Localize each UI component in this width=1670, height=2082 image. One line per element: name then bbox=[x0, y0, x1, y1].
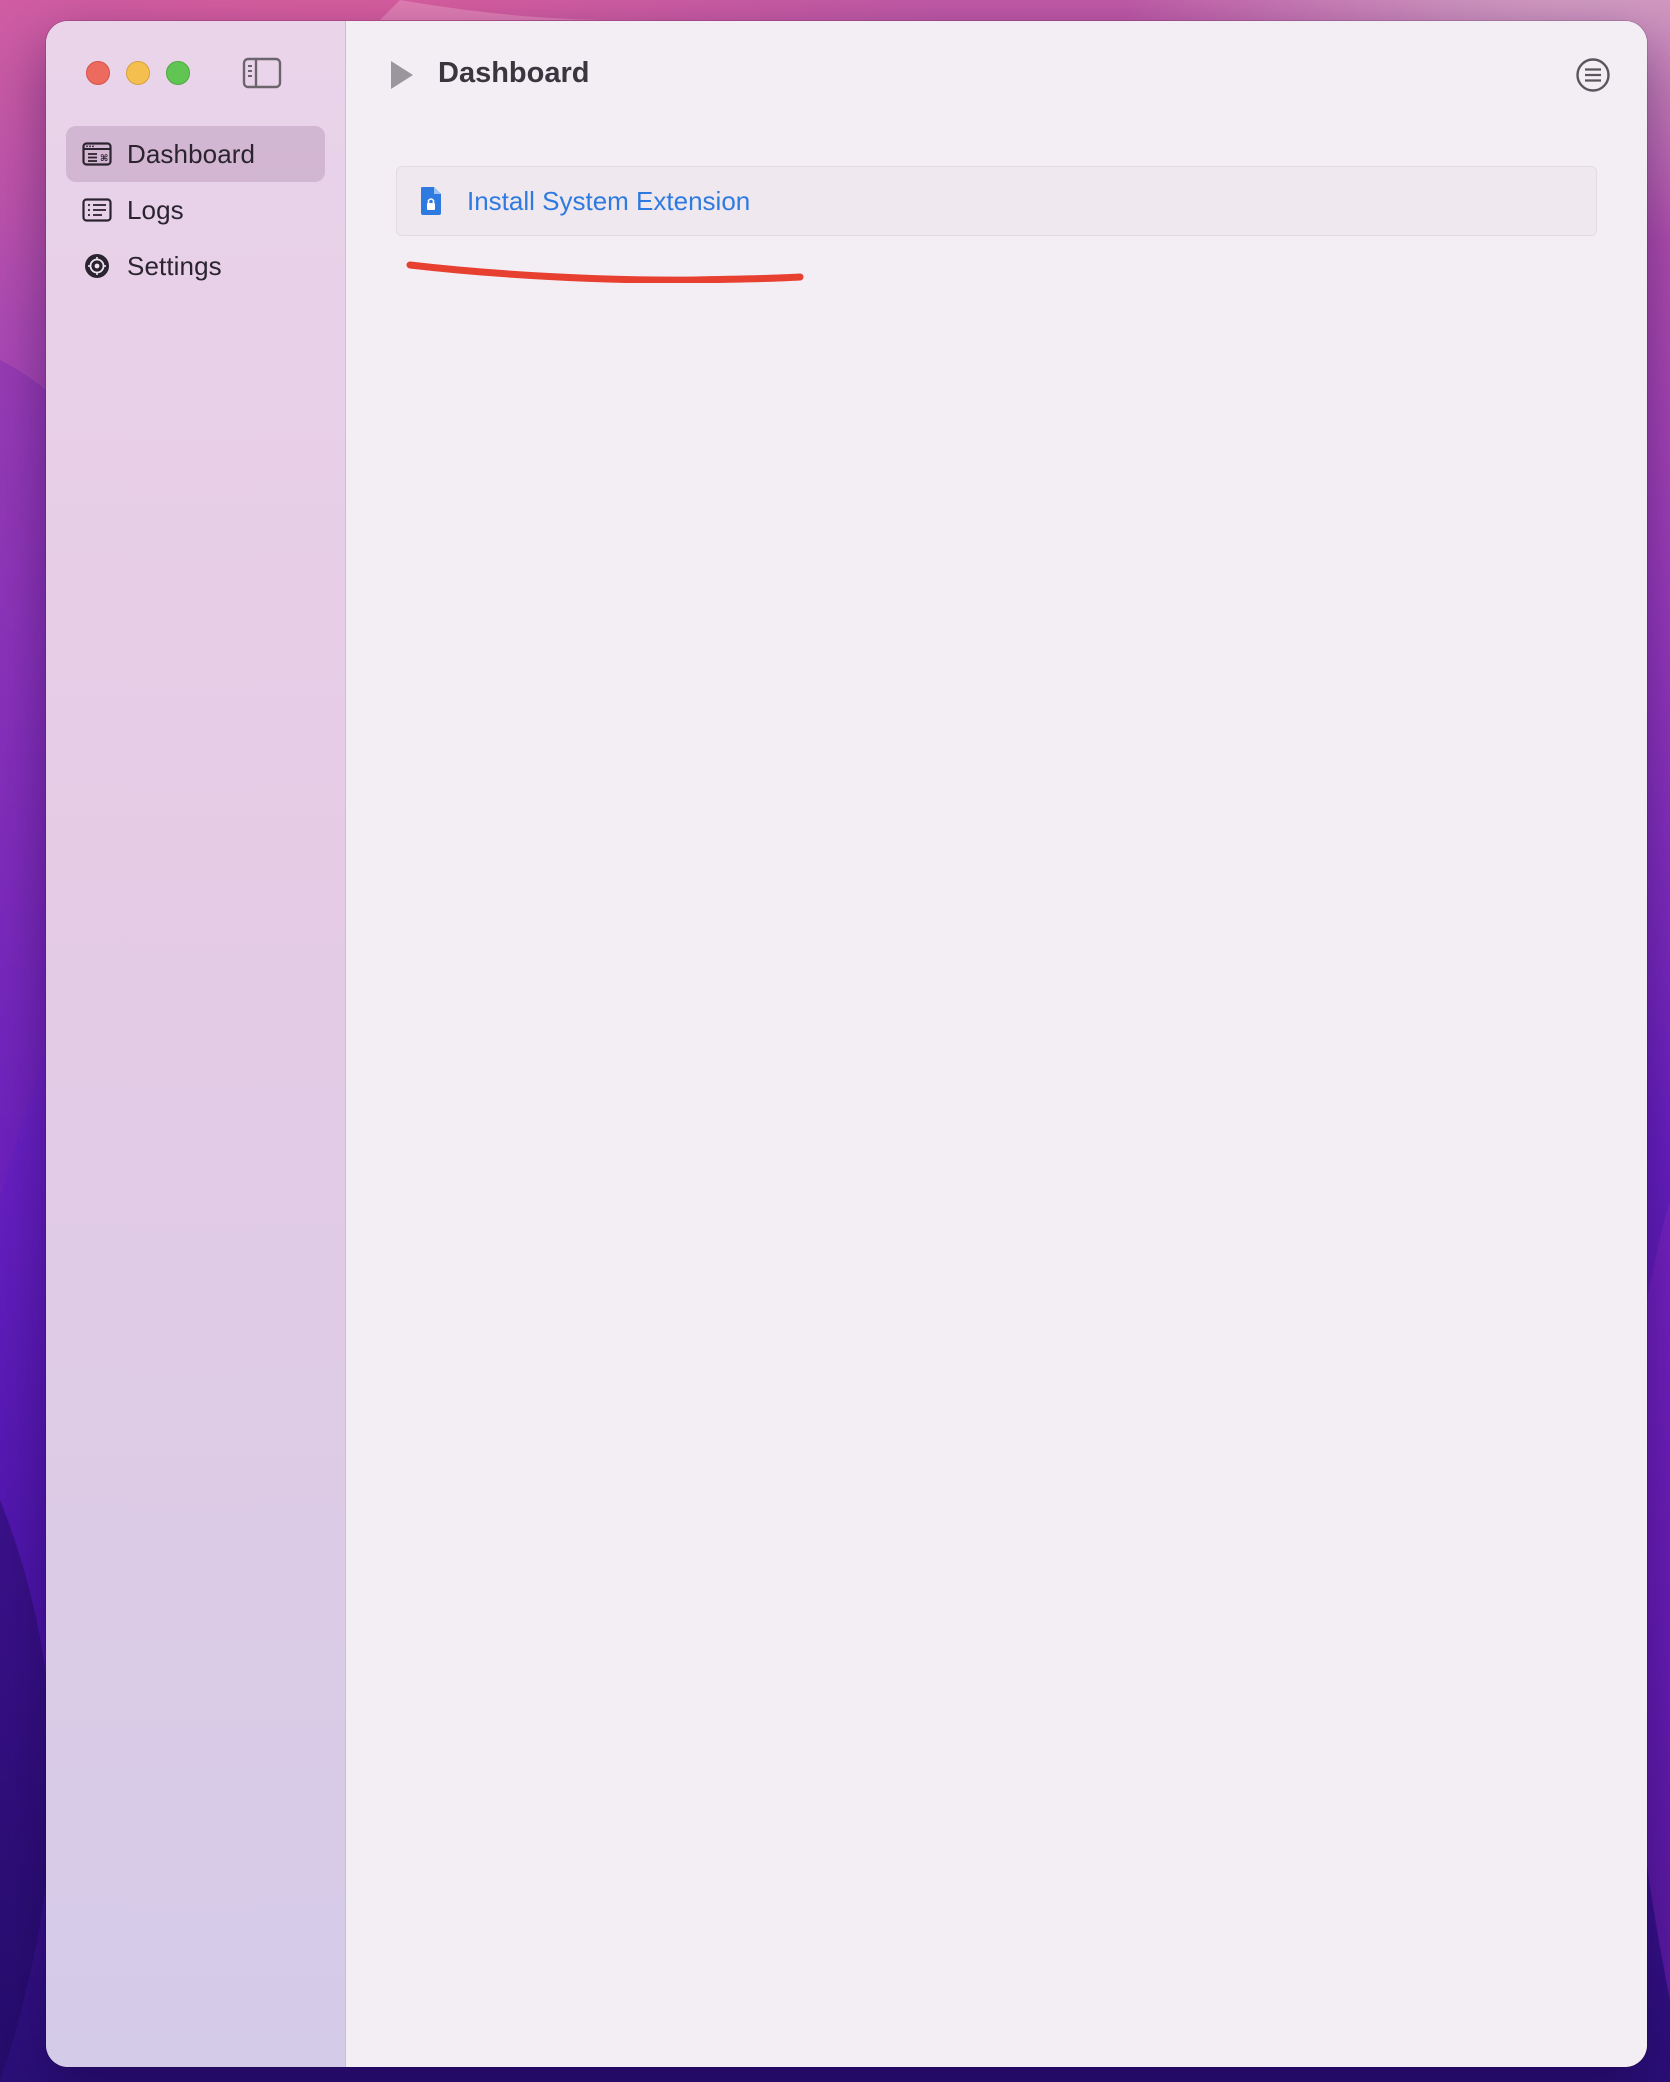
sidebar-item-label: Settings bbox=[127, 250, 222, 281]
sidebar-item-logs[interactable]: Logs bbox=[66, 182, 325, 238]
gear-icon bbox=[82, 251, 112, 281]
sidebar: ⌘ Dashboard Logs Settings bbox=[46, 21, 346, 2067]
red-underline-annotation bbox=[406, 261, 804, 283]
minimize-window-button[interactable] bbox=[126, 61, 150, 85]
toggle-sidebar-button[interactable] bbox=[242, 57, 282, 89]
main-content: Dashboard Install System Extension bbox=[346, 21, 1647, 2067]
sidebar-nav: ⌘ Dashboard Logs Settings bbox=[66, 126, 325, 294]
sidebar-item-label: Dashboard bbox=[127, 138, 256, 169]
svg-text:⌘: ⌘ bbox=[100, 154, 108, 164]
maximize-window-button[interactable] bbox=[166, 61, 190, 85]
sidebar-icon bbox=[242, 57, 282, 89]
sidebar-item-dashboard[interactable]: ⌘ Dashboard bbox=[66, 126, 325, 182]
run-button[interactable] bbox=[382, 55, 422, 95]
close-window-button[interactable] bbox=[86, 61, 110, 85]
menu-button[interactable] bbox=[1573, 55, 1613, 95]
page-title: Dashboard bbox=[438, 57, 590, 89]
app-window: ⌘ Dashboard Logs Settings Dashboard Inst… bbox=[46, 21, 1647, 2067]
sidebar-item-settings[interactable]: Settings bbox=[66, 238, 325, 294]
play-icon bbox=[391, 61, 413, 89]
toolbar: Dashboard bbox=[346, 21, 1647, 125]
sidebar-item-label: Logs bbox=[127, 194, 184, 225]
install-system-extension-button[interactable]: Install System Extension bbox=[396, 166, 1597, 236]
action-label: Install System Extension bbox=[467, 185, 751, 216]
window-controls bbox=[86, 61, 190, 85]
list-circle-icon bbox=[1576, 58, 1610, 92]
dashboard-window-icon: ⌘ bbox=[82, 139, 112, 169]
locked-document-icon bbox=[417, 185, 445, 217]
list-icon bbox=[82, 195, 112, 225]
